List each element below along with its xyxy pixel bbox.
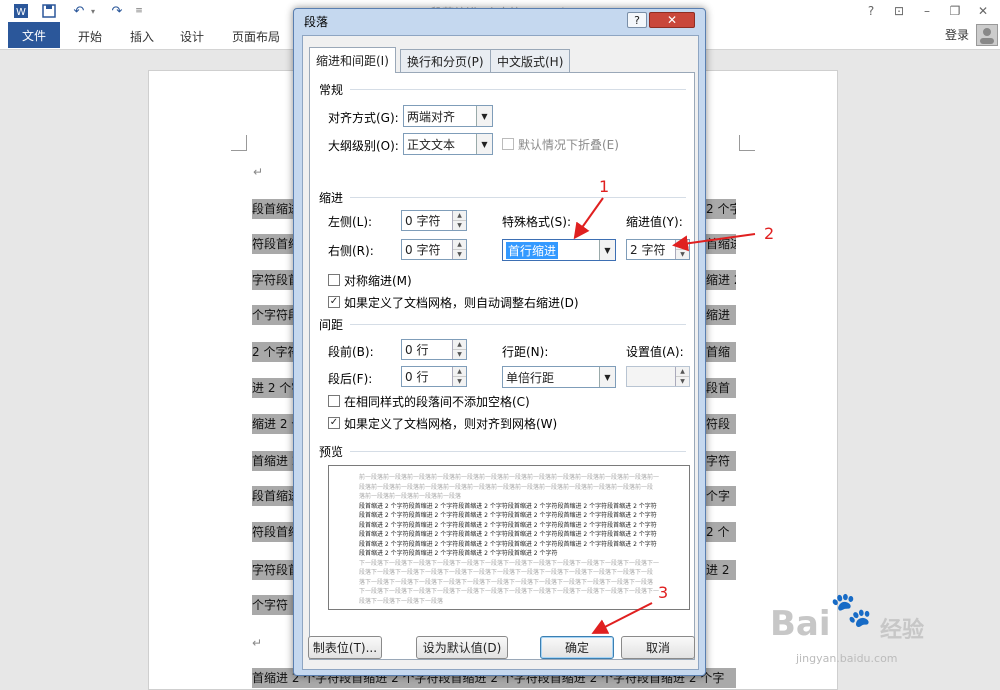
annotation-label-2: 2 (764, 224, 775, 243)
watermark-url: jingyan.baidu.com (796, 652, 898, 665)
watermark-logo: Bai (770, 604, 831, 644)
annotation-arrow-1 (573, 197, 604, 240)
annotation-arrow-3 (591, 602, 653, 634)
tab-indents-spacing[interactable]: 缩进和间距(I) (309, 47, 396, 73)
annotation-arrow-2 (672, 233, 756, 252)
annotation-label-1: 1 (599, 177, 610, 196)
paw-icon: 🐾 (830, 590, 873, 630)
annotation-label-3: 3 (658, 583, 669, 602)
annotation-arrows (573, 197, 756, 634)
watermark-jingyan: 经验 (880, 618, 925, 643)
